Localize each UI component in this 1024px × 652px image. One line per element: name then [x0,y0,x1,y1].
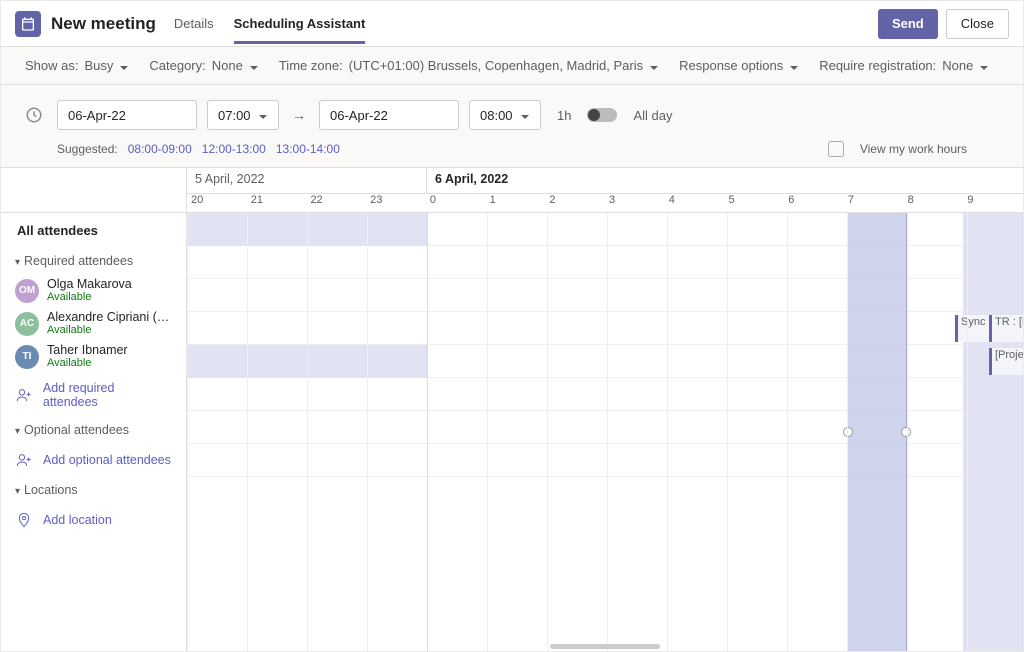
suggested-label: Suggested: [57,142,118,156]
start-date-field[interactable]: 06-Apr-22 [57,100,197,130]
page-title: New meeting [51,14,156,34]
all-day-label: All day [633,108,672,123]
attendee-sidebar: All attendees Required attendees OM Olga… [1,168,187,651]
chevron-down-icon [119,61,129,71]
chevron-down-icon [520,110,530,120]
chevron-down-icon [789,61,799,71]
locations-header[interactable]: Locations [1,477,186,503]
timezone-dropdown[interactable]: Time zone: (UTC+01:00) Brussels, Copenha… [279,58,659,73]
chevron-down-icon [258,110,268,120]
avatar: TI [15,345,39,369]
all-day-toggle[interactable] [587,108,617,122]
view-work-hours-label: View my work hours [860,142,967,156]
optional-attendees-header[interactable]: Optional attendees [1,417,186,443]
hour-label: 3 [605,194,665,212]
hour-label: 0 [426,194,486,212]
hour-label: 6 [784,194,844,212]
hour-label: 21 [247,194,307,212]
scheduling-grid[interactable]: 5 April, 2022 6 April, 2022 202122230123… [187,168,1023,651]
location-icon [15,511,33,529]
attendee-name: Olga Makarova [47,278,132,292]
attendee-name: Alexandre Cipriani (nB… [47,311,172,325]
all-attendees-label: All attendees [1,213,186,248]
hour-label: 2 [545,194,605,212]
duration-label: 1h [557,108,571,123]
selection-handle-left[interactable] [843,427,853,437]
attendee-name: Taher Ibnamer [47,344,128,358]
suggested-slot[interactable]: 12:00-13:00 [202,142,266,156]
add-person-icon [15,386,33,404]
hour-label: 23 [366,194,426,212]
chevron-down-icon [249,61,259,71]
response-options-dropdown[interactable]: Response options [679,58,799,73]
attendee-row[interactable]: OM Olga Makarova Available [1,274,186,307]
add-optional-attendees[interactable]: Add optional attendees [1,443,186,477]
attendee-row[interactable]: AC Alexandre Cipriani (nB… Available [1,307,186,340]
calendar-event[interactable]: [Projet [989,348,1023,375]
day-header-current: 6 April, 2022 [427,168,1023,193]
end-date-field[interactable]: 06-Apr-22 [319,100,459,130]
end-time-field[interactable]: 08:00 [469,100,541,130]
hour-label: 9 [963,194,1023,212]
tab-details[interactable]: Details [174,4,214,43]
close-button[interactable]: Close [946,9,1009,39]
show-as-dropdown[interactable]: Show as: Busy [25,58,129,73]
attendee-status: Available [47,357,128,369]
arrow-right-icon: → [289,107,309,123]
chevron-down-icon [649,61,659,71]
tab-scheduling-assistant[interactable]: Scheduling Assistant [234,4,366,43]
send-button[interactable]: Send [878,9,938,39]
view-work-hours-checkbox[interactable] [828,141,844,157]
add-required-attendees[interactable]: Add required attendees [1,373,186,417]
required-attendees-header[interactable]: Required attendees [1,248,186,274]
chevron-down-icon [979,61,989,71]
hour-label: 1 [486,194,546,212]
suggested-slot[interactable]: 13:00-14:00 [276,142,340,156]
calendar-event[interactable]: TR : [Pr [989,315,1023,342]
selection-handle-right[interactable] [901,427,911,437]
start-time-field[interactable]: 07:00 [207,100,279,130]
category-dropdown[interactable]: Category: None [149,58,258,73]
registration-dropdown[interactable]: Require registration: None [819,58,989,73]
calendar-event[interactable]: Sync l [955,315,989,342]
hour-label: 22 [306,194,366,212]
hour-label: 4 [665,194,725,212]
avatar: OM [15,279,39,303]
add-person-icon [15,451,33,469]
attendee-row[interactable]: TI Taher Ibnamer Available [1,340,186,373]
time-selection[interactable] [847,213,907,651]
add-location[interactable]: Add location [1,503,186,537]
hour-label: 20 [187,194,247,212]
horizontal-scrollbar[interactable] [550,644,660,649]
attendee-status: Available [47,291,132,303]
hour-label: 8 [904,194,964,212]
suggested-slot[interactable]: 08:00-09:00 [128,142,192,156]
calendar-app-icon [15,11,41,37]
hour-label: 5 [724,194,784,212]
avatar: AC [15,312,39,336]
hour-label: 7 [844,194,904,212]
clock-icon [25,106,43,124]
day-header-prev: 5 April, 2022 [187,168,427,193]
attendee-status: Available [47,324,172,336]
